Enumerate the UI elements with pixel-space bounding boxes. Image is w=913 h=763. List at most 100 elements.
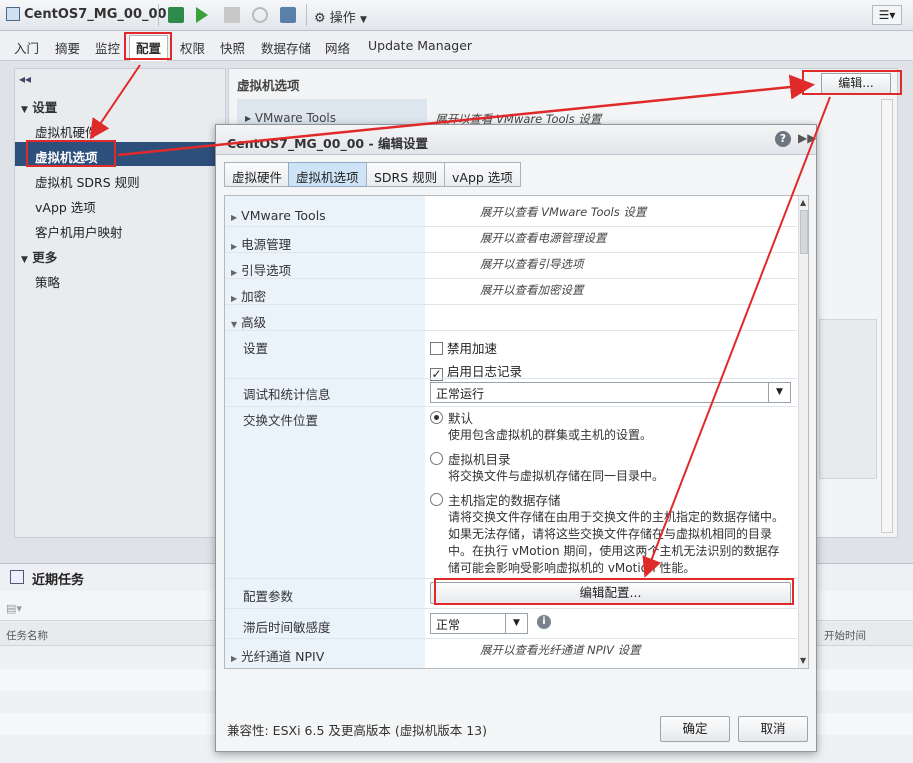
swap-label: 交换文件位置 (243, 413, 319, 428)
row-divider (225, 304, 797, 305)
row-divider (225, 278, 797, 279)
encryption-value: 展开以查看加密设置 (480, 283, 584, 297)
window-titlebar: CentOS7_MG_00_00 ⚙ 操作 ▼ ☰▾ (0, 0, 913, 31)
nav-item-vm-hardware[interactable]: 虚拟机硬件 (35, 122, 98, 141)
row-advanced[interactable]: ▼ 高级 (231, 312, 266, 331)
config-params-label: 配置参数 (243, 589, 294, 604)
content-scrollbar[interactable] (881, 99, 893, 533)
row-divider (225, 252, 797, 253)
dialog-tab-vapp-options[interactable]: vApp 选项 (444, 162, 521, 187)
actions-menu[interactable]: ⚙ 操作 ▼ (314, 7, 367, 26)
nav-item-guest-user-mappings[interactable]: 客户机用户映射 (35, 222, 123, 241)
caret-down-icon: ▼ (21, 255, 28, 265)
tab-getting-started[interactable]: 入门 (14, 38, 39, 57)
row-divider (225, 406, 797, 407)
row-divider (225, 638, 797, 639)
power-off-icon[interactable] (224, 7, 240, 23)
row-divider (225, 608, 797, 609)
tab-networks[interactable]: 网络 (325, 38, 350, 57)
tab-snapshots[interactable]: 快照 (220, 38, 245, 57)
debug-label: 调试和统计信息 (243, 387, 331, 402)
settings-label: 设置 (243, 341, 269, 356)
highlight-edit-button (802, 70, 902, 95)
swap-default-desc: 使用包含虚拟机的群集或主机的设置。 (448, 428, 653, 442)
tab-monitor[interactable]: 监控 (95, 38, 120, 57)
swap-default-radio[interactable] (430, 411, 443, 424)
tab-summary[interactable]: 摘要 (55, 38, 80, 57)
row-divider (225, 330, 797, 331)
swap-vm-dir-radio[interactable] (430, 452, 443, 465)
power-on-icon[interactable] (196, 7, 208, 23)
nav-settings-header[interactable]: ▼ 设置 (21, 97, 57, 116)
gear-icon: ⚙ (314, 11, 326, 26)
row-divider (225, 226, 797, 227)
debug-select[interactable]: 正常运行 ▼ (430, 382, 791, 403)
compatibility-text: 兼容性: ESXi 6.5 及更高版本 (虚拟机版本 13) (227, 723, 487, 738)
radio-dot (434, 415, 439, 420)
disable-acceleration-option[interactable]: 禁用加速 (430, 338, 497, 357)
enable-logging-checkbox[interactable]: ✓ (430, 368, 443, 381)
highlight-configure-tab (124, 32, 172, 60)
menu-icon[interactable]: ☰▾ (872, 5, 902, 25)
caret-down-icon: ▼ (21, 105, 28, 115)
swap-vm-dir-title: 虚拟机目录 (448, 452, 511, 467)
console-icon[interactable] (168, 7, 184, 23)
dialog-header: CentOS7_MG_00_00 - 编辑设置 ? ▶▶ (216, 125, 816, 155)
scroll-thumb[interactable] (800, 210, 808, 254)
highlight-vm-options (26, 140, 116, 167)
row-power-management[interactable]: ▶ 电源管理 (231, 234, 291, 253)
swap-host-ds-desc3: 中。在执行 vMotion 期间，使用这两个主机无法识别的数据存 (448, 544, 780, 558)
nav-item-vapp-options[interactable]: vApp 选项 (35, 197, 96, 216)
col-task-name[interactable]: 任务名称 (6, 628, 48, 643)
chevron-down-icon: ▼ (768, 383, 790, 402)
reset-icon[interactable] (252, 7, 268, 23)
tab-permissions[interactable]: 权限 (180, 38, 205, 57)
left-nav: ◂◂ ▼ 设置 虚拟机硬件 虚拟机选项 虚拟机 SDRS 规则 vApp 选项 … (14, 68, 226, 538)
swap-host-ds-title: 主机指定的数据存储 (448, 493, 561, 508)
info-icon[interactable]: i (537, 615, 551, 629)
row-boot-options[interactable]: ▶ 引导选项 (231, 260, 291, 279)
tasks-icon (10, 570, 24, 584)
row-divider (225, 378, 797, 379)
tab-datastores[interactable]: 数据存储 (261, 38, 311, 57)
swap-default-title: 默认 (448, 411, 474, 426)
dialog-tab-sdrs-rules[interactable]: SDRS 规则 (366, 162, 446, 187)
row-vmware-tools[interactable]: ▶ VMware Tools (231, 208, 326, 223)
edit-settings-dialog: CentOS7_MG_00_00 - 编辑设置 ? ▶▶ 虚拟硬件 虚拟机选项 … (215, 124, 817, 752)
dialog-tab-virtual-hardware[interactable]: 虚拟硬件 (224, 162, 291, 187)
latency-select[interactable]: 正常 ▼ (430, 613, 528, 634)
migrate-icon[interactable] (280, 7, 296, 23)
scroll-down-icon[interactable]: ▼ (800, 656, 806, 665)
cancel-button[interactable]: 取消 (738, 716, 808, 742)
col-start-time[interactable]: 开始时间 (824, 628, 866, 643)
nav-item-sdrs-rules[interactable]: 虚拟机 SDRS 规则 (35, 172, 140, 191)
scroll-up-icon[interactable]: ▲ (800, 198, 806, 207)
row-fibre-channel-npiv[interactable]: ▶ 光纤通道 NPIV (231, 646, 324, 665)
bg-side-panel (819, 319, 877, 479)
tab-update-manager[interactable]: Update Manager (368, 38, 472, 53)
ok-button[interactable]: 确定 (660, 716, 730, 742)
swap-host-ds-desc1: 请将交换文件存储在由用于交换文件的主机指定的数据存储中。 (448, 510, 785, 524)
actions-label: 操作 (329, 11, 356, 26)
help-icon[interactable]: ? (775, 131, 791, 147)
grid-scrollbar[interactable]: ▲ ▼ (798, 196, 808, 668)
nav-more-header[interactable]: ▼ 更多 (21, 247, 57, 266)
divider (306, 4, 307, 26)
collapse-icon[interactable]: ◂◂ (19, 72, 31, 86)
nav-more-label: 更多 (32, 250, 58, 265)
swap-host-ds-radio[interactable] (430, 493, 443, 506)
swap-host-ds-desc2: 如果无法存储，请将这些交换文件存储在与虚拟机相同的目录 (448, 527, 773, 541)
recent-tasks-title: 近期任务 (32, 573, 85, 588)
expand-caret-icon: ▶ (231, 294, 238, 303)
nav-item-policies[interactable]: 策略 (35, 272, 60, 291)
tasks-filter-icon[interactable]: ▤▾ (6, 602, 32, 616)
dialog-tab-vm-options[interactable]: 虚拟机选项 (288, 162, 367, 187)
bg-row-label: ▸ VMware Tools (245, 111, 337, 125)
vm-icon (6, 7, 20, 21)
expand-icon[interactable]: ▶▶ (798, 131, 816, 145)
row-encryption[interactable]: ▶ 加密 (231, 286, 266, 305)
swap-host-ds-desc4: 储可能会影响受影响虚拟机的 vMotion 性能。 (448, 561, 696, 575)
chevron-down-icon: ▼ (505, 614, 527, 633)
highlight-edit-config (434, 578, 794, 605)
disable-acceleration-checkbox[interactable] (430, 342, 443, 355)
